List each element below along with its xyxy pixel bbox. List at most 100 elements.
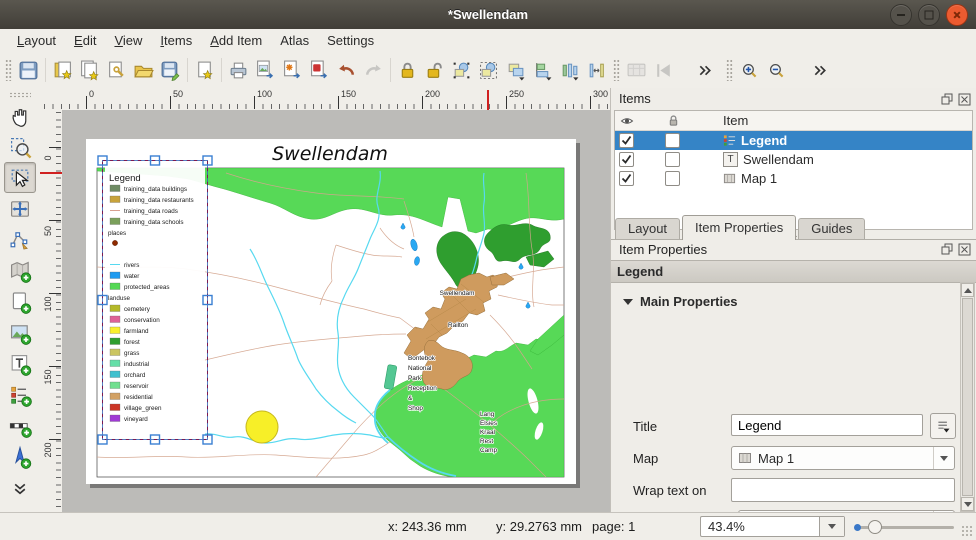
layout-manager-button[interactable] (103, 57, 130, 84)
more-tools-chevron[interactable] (4, 472, 36, 503)
maximize-button[interactable] (918, 4, 940, 26)
add-legend-tool[interactable] (4, 379, 36, 410)
atlas-first-feature-button[interactable] (650, 57, 677, 84)
toolbar-grip[interactable] (5, 59, 12, 81)
close-panel-icon[interactable] (958, 93, 971, 106)
align-items-button[interactable] (529, 57, 556, 84)
zoom-tool[interactable] (4, 131, 36, 162)
items-row-swellendam[interactable]: T Swellendam (615, 150, 972, 169)
new-layout-button[interactable] (49, 57, 76, 84)
close-button[interactable] (946, 4, 968, 26)
item-label: Map 1 (741, 171, 777, 186)
map-item[interactable]: Swellendam (86, 139, 576, 484)
pan-tool[interactable] (4, 100, 36, 131)
page[interactable]: Swellendam (86, 139, 576, 484)
select-move-item-tool[interactable] (4, 162, 36, 193)
unlock-items-button[interactable] (421, 57, 448, 84)
map-combo[interactable]: Map 1 (731, 446, 955, 470)
atlas-preview-button[interactable] (623, 57, 650, 84)
add-label-tool[interactable] (4, 348, 36, 379)
menu-items[interactable]: Items (151, 31, 201, 50)
menu-atlas[interactable]: Atlas (271, 31, 318, 50)
items-row-legend[interactable]: Legend (615, 131, 972, 150)
toolbar-grip[interactable] (613, 59, 620, 81)
raise-items-button[interactable] (502, 57, 529, 84)
resize-items-button[interactable] (583, 57, 610, 84)
tab-item-properties[interactable]: Item Properties (682, 215, 796, 240)
visibility-checkbox[interactable] (619, 133, 634, 148)
zoom-slider-handle[interactable] (868, 520, 882, 534)
menu-add-item[interactable]: Add Item (201, 31, 271, 50)
add-scalebar-tool[interactable] (4, 410, 36, 441)
zoom-in-button[interactable] (736, 57, 763, 84)
export-image-button[interactable] (252, 57, 279, 84)
redo-button[interactable] (360, 57, 387, 84)
map-title-label[interactable]: Swellendam (272, 143, 388, 165)
title-input[interactable] (731, 414, 923, 436)
zoom-slider[interactable] (858, 526, 954, 529)
zoom-out-button[interactable] (763, 57, 790, 84)
properties-panel-title: Item Properties (619, 242, 707, 257)
add-shape-tool[interactable] (4, 286, 36, 317)
tab-layout[interactable]: Layout (615, 218, 680, 239)
data-defined-override-button[interactable] (930, 413, 956, 439)
scroll-down-button[interactable] (961, 497, 974, 511)
toolbar-grip[interactable] (726, 59, 733, 81)
close-panel-icon[interactable] (958, 243, 971, 256)
right-dock: Items Item Legend T Swellendam (610, 88, 976, 513)
properties-scrollbar[interactable] (960, 282, 975, 512)
ruler-label: 0 (42, 149, 54, 167)
add-pages-button[interactable] (191, 57, 218, 84)
save-button[interactable] (15, 57, 42, 84)
selected-item-type-header: Legend (611, 260, 976, 283)
save-as-button[interactable] (157, 57, 184, 84)
lock-checkbox[interactable] (665, 152, 680, 167)
svg-text:Lang: Lang (480, 411, 495, 418)
undo-button[interactable] (333, 57, 360, 84)
open-layout-button[interactable] (130, 57, 157, 84)
legend-item[interactable]: Legend training_data buildings training_… (98, 156, 212, 444)
layout-canvas[interactable]: Swellendam (62, 110, 610, 513)
menu-settings[interactable]: Settings (318, 31, 383, 50)
add-map-tool[interactable] (4, 255, 36, 286)
tab-guides[interactable]: Guides (798, 218, 865, 239)
toolbar-overflow-button-2[interactable] (806, 57, 833, 84)
move-item-content-tool[interactable] (4, 193, 36, 224)
menu-view[interactable]: View (105, 31, 151, 50)
float-panel-icon[interactable] (941, 243, 954, 256)
lock-items-button[interactable] (394, 57, 421, 84)
window-resize-grip[interactable] (961, 525, 973, 537)
wrap-text-input[interactable] (731, 478, 955, 502)
export-svg-button[interactable] (279, 57, 306, 84)
group-items-button[interactable] (448, 57, 475, 84)
toolbar-grip[interactable] (9, 92, 31, 98)
zoom-level-combo[interactable]: 43.4% (700, 516, 845, 537)
main-properties-section[interactable]: Main Properties (623, 294, 738, 309)
lock-checkbox[interactable] (665, 171, 680, 186)
ruler-label: 50 (173, 89, 183, 99)
dropdown-arrow-icon (819, 517, 844, 536)
toolbar-overflow-button[interactable] (691, 57, 718, 84)
print-button[interactable] (225, 57, 252, 84)
edit-nodes-tool[interactable] (4, 224, 36, 255)
scroll-up-button[interactable] (961, 283, 974, 297)
lock-checkbox[interactable] (665, 133, 680, 148)
add-north-arrow-tool[interactable] (4, 441, 36, 472)
duplicate-layout-button[interactable] (76, 57, 103, 84)
menu-edit[interactable]: Edit (65, 31, 105, 50)
float-panel-icon[interactable] (941, 93, 954, 106)
export-pdf-button[interactable] (306, 57, 333, 84)
collapse-triangle-icon (623, 299, 633, 305)
cursor-position-marker (487, 90, 489, 110)
svg-text:Park: Park (408, 375, 422, 382)
visibility-checkbox[interactable] (619, 171, 634, 186)
distribute-items-button[interactable] (556, 57, 583, 84)
wrap-field-label: Wrap text on (633, 483, 706, 498)
visibility-checkbox[interactable] (619, 152, 634, 167)
items-row-map1[interactable]: Map 1 (615, 169, 972, 188)
scrollbar-thumb[interactable] (962, 298, 973, 496)
menu-layout[interactable]: Layout (8, 31, 65, 50)
ungroup-items-button[interactable] (475, 57, 502, 84)
add-picture-tool[interactable] (4, 317, 36, 348)
minimize-button[interactable] (890, 4, 912, 26)
